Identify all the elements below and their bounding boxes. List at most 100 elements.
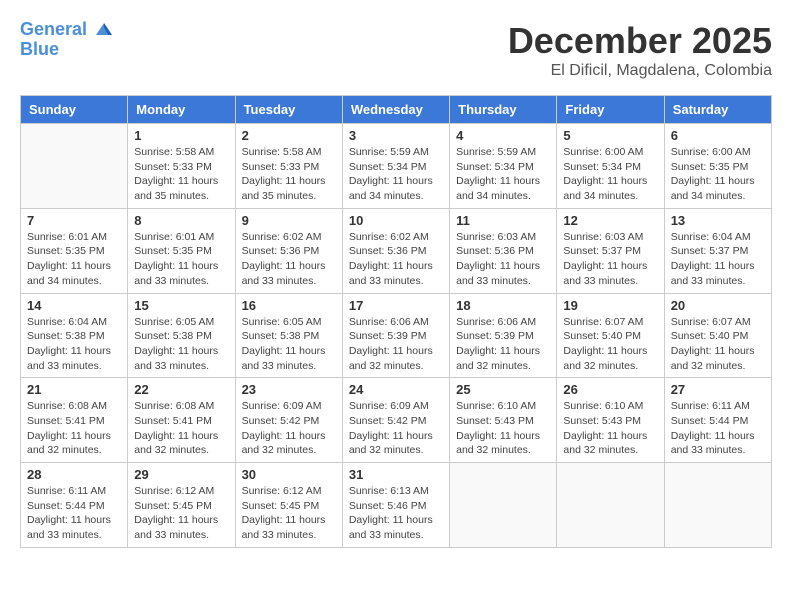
month-title: December 2025 <box>508 20 772 62</box>
calendar-cell: 15 Sunrise: 6:05 AM Sunset: 5:38 PM Dayli… <box>128 293 235 378</box>
day-number: 2 <box>242 128 336 143</box>
day-info: Sunrise: 6:12 AM Sunset: 5:45 PM Dayligh… <box>242 484 336 543</box>
day-info: Sunrise: 6:10 AM Sunset: 5:43 PM Dayligh… <box>563 399 657 458</box>
day-number: 28 <box>27 467 121 482</box>
calendar-cell <box>21 124 128 209</box>
calendar-week-row: 21 Sunrise: 6:08 AM Sunset: 5:41 PM Dayli… <box>21 378 772 463</box>
day-number: 24 <box>349 382 443 397</box>
logo-blue: Blue <box>20 40 114 60</box>
day-number: 12 <box>563 213 657 228</box>
day-number: 16 <box>242 298 336 313</box>
day-info: Sunrise: 6:09 AM Sunset: 5:42 PM Dayligh… <box>242 399 336 458</box>
day-info: Sunrise: 6:05 AM Sunset: 5:38 PM Dayligh… <box>134 315 228 374</box>
calendar-cell: 9Sunrise: 6:02 AM Sunset: 5:36 PM Daylig… <box>235 208 342 293</box>
calendar-cell: 11 Sunrise: 6:03 AM Sunset: 5:36 PM Dayli… <box>450 208 557 293</box>
day-number: 5 <box>563 128 657 143</box>
day-info: Sunrise: 6:03 AM Sunset: 5:36 PM Dayligh… <box>456 230 550 289</box>
day-number: 21 <box>27 382 121 397</box>
calendar-header-row: SundayMondayTuesdayWednesdayThursdayFrid… <box>21 96 772 124</box>
calendar-cell <box>557 463 664 548</box>
weekday-header: Wednesday <box>342 96 449 124</box>
day-info: Sunrise: 5:58 AM Sunset: 5:33 PM Dayligh… <box>242 145 336 204</box>
day-number: 14 <box>27 298 121 313</box>
calendar-week-row: 7Sunrise: 6:01 AM Sunset: 5:35 PM Daylig… <box>21 208 772 293</box>
weekday-header: Thursday <box>450 96 557 124</box>
day-number: 20 <box>671 298 765 313</box>
calendar-cell: 29Sunrise: 6:12 AM Sunset: 5:45 PM Dayli… <box>128 463 235 548</box>
day-info: Sunrise: 6:07 AM Sunset: 5:40 PM Dayligh… <box>671 315 765 374</box>
day-number: 19 <box>563 298 657 313</box>
day-number: 8 <box>134 213 228 228</box>
day-info: Sunrise: 6:07 AM Sunset: 5:40 PM Dayligh… <box>563 315 657 374</box>
calendar-week-row: 1Sunrise: 5:58 AM Sunset: 5:33 PM Daylig… <box>21 124 772 209</box>
calendar-cell: 10 Sunrise: 6:02 AM Sunset: 5:36 PM Dayli… <box>342 208 449 293</box>
day-info: Sunrise: 6:06 AM Sunset: 5:39 PM Dayligh… <box>456 315 550 374</box>
calendar-cell: 31 Sunrise: 6:13 AM Sunset: 5:46 PM Dayli… <box>342 463 449 548</box>
day-info: Sunrise: 5:59 AM Sunset: 5:34 PM Dayligh… <box>349 145 443 204</box>
day-number: 23 <box>242 382 336 397</box>
calendar-cell: 13Sunrise: 6:04 AM Sunset: 5:37 PM Dayli… <box>664 208 771 293</box>
calendar-cell: 5Sunrise: 6:00 AM Sunset: 5:34 PM Daylig… <box>557 124 664 209</box>
day-info: Sunrise: 6:00 AM Sunset: 5:35 PM Dayligh… <box>671 145 765 204</box>
calendar-cell <box>450 463 557 548</box>
day-info: Sunrise: 6:13 AM Sunset: 5:46 PM Dayligh… <box>349 484 443 543</box>
calendar-cell: 1Sunrise: 5:58 AM Sunset: 5:33 PM Daylig… <box>128 124 235 209</box>
calendar-cell: 6 Sunrise: 6:00 AM Sunset: 5:35 PM Daylig… <box>664 124 771 209</box>
weekday-header: Sunday <box>21 96 128 124</box>
calendar-cell: 28Sunrise: 6:11 AM Sunset: 5:44 PM Dayli… <box>21 463 128 548</box>
calendar-cell: 4Sunrise: 5:59 AM Sunset: 5:34 PM Daylig… <box>450 124 557 209</box>
title-section: December 2025 El Dificil, Magdalena, Col… <box>508 20 772 80</box>
weekday-header: Saturday <box>664 96 771 124</box>
day-info: Sunrise: 6:03 AM Sunset: 5:37 PM Dayligh… <box>563 230 657 289</box>
day-info: Sunrise: 6:08 AM Sunset: 5:41 PM Dayligh… <box>27 399 121 458</box>
calendar-cell: 22Sunrise: 6:08 AM Sunset: 5:41 PM Dayli… <box>128 378 235 463</box>
calendar-cell: 2 Sunrise: 5:58 AM Sunset: 5:33 PM Daylig… <box>235 124 342 209</box>
weekday-header: Monday <box>128 96 235 124</box>
calendar-cell: 14Sunrise: 6:04 AM Sunset: 5:38 PM Dayli… <box>21 293 128 378</box>
day-info: Sunrise: 5:59 AM Sunset: 5:34 PM Dayligh… <box>456 145 550 204</box>
day-number: 10 <box>349 213 443 228</box>
day-number: 31 <box>349 467 443 482</box>
day-info: Sunrise: 6:02 AM Sunset: 5:36 PM Dayligh… <box>349 230 443 289</box>
calendar-table: SundayMondayTuesdayWednesdayThursdayFrid… <box>20 95 772 548</box>
calendar-cell: 8 Sunrise: 6:01 AM Sunset: 5:35 PM Daylig… <box>128 208 235 293</box>
day-number: 11 <box>456 213 550 228</box>
day-number: 15 <box>134 298 228 313</box>
calendar-cell: 19 Sunrise: 6:07 AM Sunset: 5:40 PM Dayli… <box>557 293 664 378</box>
day-info: Sunrise: 6:02 AM Sunset: 5:36 PM Dayligh… <box>242 230 336 289</box>
calendar-cell: 3 Sunrise: 5:59 AM Sunset: 5:34 PM Daylig… <box>342 124 449 209</box>
calendar-cell: 30 Sunrise: 6:12 AM Sunset: 5:45 PM Dayli… <box>235 463 342 548</box>
logo-text: General <box>20 20 114 40</box>
page-container: General Blue December 2025 El Dificil, M… <box>20 20 772 548</box>
day-info: Sunrise: 6:09 AM Sunset: 5:42 PM Dayligh… <box>349 399 443 458</box>
day-number: 27 <box>671 382 765 397</box>
day-info: Sunrise: 6:11 AM Sunset: 5:44 PM Dayligh… <box>671 399 765 458</box>
day-info: Sunrise: 6:06 AM Sunset: 5:39 PM Dayligh… <box>349 315 443 374</box>
logo-general: General <box>20 19 87 39</box>
weekday-header: Tuesday <box>235 96 342 124</box>
calendar-cell: 12 Sunrise: 6:03 AM Sunset: 5:37 PM Dayli… <box>557 208 664 293</box>
calendar-cell: 26Sunrise: 6:10 AM Sunset: 5:43 PM Dayli… <box>557 378 664 463</box>
day-info: Sunrise: 6:05 AM Sunset: 5:38 PM Dayligh… <box>242 315 336 374</box>
logo-icon <box>94 20 114 40</box>
logo: General Blue <box>20 20 114 60</box>
day-number: 18 <box>456 298 550 313</box>
day-info: Sunrise: 6:04 AM Sunset: 5:37 PM Dayligh… <box>671 230 765 289</box>
calendar-cell: 24 Sunrise: 6:09 AM Sunset: 5:42 PM Dayli… <box>342 378 449 463</box>
calendar-week-row: 28Sunrise: 6:11 AM Sunset: 5:44 PM Dayli… <box>21 463 772 548</box>
weekday-header: Friday <box>557 96 664 124</box>
day-number: 17 <box>349 298 443 313</box>
calendar-cell: 7Sunrise: 6:01 AM Sunset: 5:35 PM Daylig… <box>21 208 128 293</box>
calendar-cell: 16 Sunrise: 6:05 AM Sunset: 5:38 PM Dayli… <box>235 293 342 378</box>
day-info: Sunrise: 6:01 AM Sunset: 5:35 PM Dayligh… <box>134 230 228 289</box>
calendar-cell: 27 Sunrise: 6:11 AM Sunset: 5:44 PM Dayli… <box>664 378 771 463</box>
calendar-cell: 18 Sunrise: 6:06 AM Sunset: 5:39 PM Dayli… <box>450 293 557 378</box>
calendar-cell: 25Sunrise: 6:10 AM Sunset: 5:43 PM Dayli… <box>450 378 557 463</box>
day-number: 30 <box>242 467 336 482</box>
day-info: Sunrise: 6:01 AM Sunset: 5:35 PM Dayligh… <box>27 230 121 289</box>
day-number: 29 <box>134 467 228 482</box>
day-number: 3 <box>349 128 443 143</box>
day-number: 25 <box>456 382 550 397</box>
calendar-week-row: 14Sunrise: 6:04 AM Sunset: 5:38 PM Dayli… <box>21 293 772 378</box>
day-number: 6 <box>671 128 765 143</box>
